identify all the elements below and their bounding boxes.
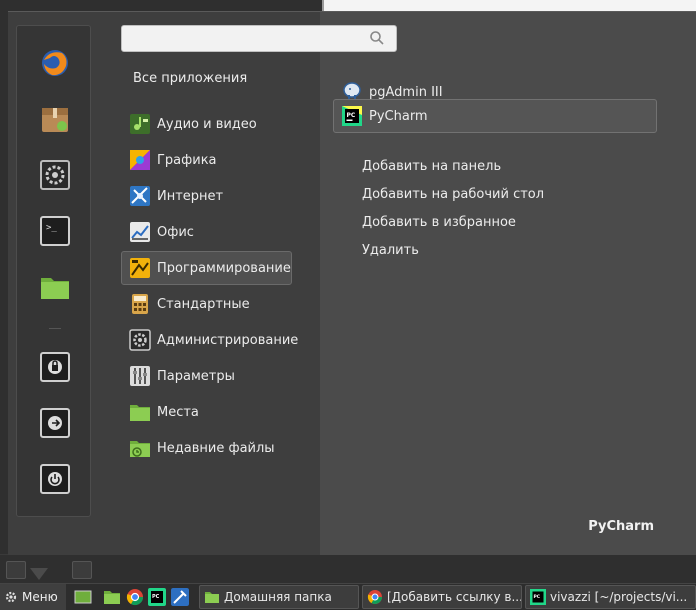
category-preferences[interactable]: Параметры (121, 359, 292, 393)
preferences-icon (130, 366, 150, 386)
pycharm-icon: PC (530, 589, 546, 605)
menu-button[interactable]: Меню (0, 584, 66, 610)
category-label: Места (157, 404, 199, 420)
context-add-to-favorites[interactable]: Добавить в избранное (362, 215, 516, 230)
office-icon (130, 222, 150, 242)
favorites-sidebar: >_ (16, 25, 91, 517)
task-label: [Добавить ссылку в... (387, 590, 522, 604)
chrome-icon[interactable] (126, 588, 144, 606)
menu-button-label: Меню (22, 590, 58, 604)
lock-screen-icon[interactable] (40, 352, 70, 382)
pycharm-icon[interactable]: PC (148, 588, 166, 606)
category-audio-video[interactable]: Аудио и видео (121, 107, 292, 141)
terminal-icon[interactable]: >_ (40, 216, 70, 246)
svg-text:PC: PC (347, 112, 356, 119)
desktop-edge (0, 14, 8, 554)
gear-icon (5, 591, 17, 603)
firefox-icon[interactable] (40, 48, 70, 78)
category-label: Интернет (157, 188, 224, 204)
task-label: Домашняя папка (224, 590, 332, 604)
chrome-icon (367, 590, 382, 604)
search-icon (370, 31, 384, 45)
category-label: Графика (157, 152, 217, 168)
category-graphics[interactable]: Графика (121, 143, 292, 177)
graphics-icon (130, 150, 150, 170)
category-label: Офис (157, 224, 194, 240)
category-label: Параметры (157, 368, 235, 384)
svg-text:PC: PC (534, 594, 541, 600)
folder-icon (205, 592, 219, 603)
context-add-to-panel[interactable]: Добавить на панель (362, 159, 501, 174)
accessories-icon (132, 294, 148, 314)
recent-files-icon (130, 441, 150, 457)
search-input[interactable] (121, 25, 397, 52)
menu-pointer-arrow (30, 568, 48, 580)
selected-app-name: PyCharm (588, 519, 654, 534)
category-label: Недавние файлы (157, 440, 275, 456)
task-home-folder[interactable]: Домашняя папка (199, 585, 359, 609)
show-desktop-button[interactable] (6, 561, 26, 579)
pycharm-icon: PC (342, 106, 362, 126)
app-pycharm[interactable]: PC PyCharm (333, 99, 657, 133)
editor-icon[interactable] (171, 588, 189, 606)
category-recent-files[interactable]: Недавние файлы (121, 431, 292, 465)
package-manager-icon[interactable] (40, 104, 70, 134)
category-places[interactable]: Места (121, 395, 292, 429)
category-label: Стандартные (157, 296, 250, 312)
category-label: Аудио и видео (157, 116, 257, 132)
category-programming[interactable]: Программирование (121, 251, 292, 285)
shutdown-icon[interactable] (40, 464, 70, 494)
context-add-to-desktop[interactable]: Добавить на рабочий стол (362, 187, 544, 202)
category-accessories[interactable]: Стандартные (121, 287, 292, 321)
favorites-separator (49, 328, 61, 329)
logout-icon[interactable] (40, 408, 70, 438)
workspace-button[interactable] (72, 561, 92, 579)
folder-icon[interactable] (103, 588, 121, 606)
settings-icon[interactable] (40, 160, 70, 190)
programming-icon (130, 258, 150, 278)
svg-text:PC: PC (152, 594, 160, 600)
category-label: Программирование (157, 260, 291, 276)
category-label: Администрирование (157, 332, 299, 348)
internet-icon (130, 186, 150, 206)
category-internet[interactable]: Интернет (121, 179, 292, 213)
task-pycharm[interactable]: PC vivazzi [~/projects/vi... (525, 585, 696, 609)
task-label: vivazzi [~/projects/vi... (550, 590, 688, 604)
folder-icon[interactable] (40, 272, 70, 302)
panel-background (0, 555, 696, 583)
task-chrome[interactable]: [Добавить ссылку в... (362, 585, 522, 609)
app-label: PyCharm (369, 108, 428, 124)
category-office[interactable]: Офис (121, 215, 292, 249)
category-administration[interactable]: Администрирование (121, 323, 298, 357)
svg-text:>_: >_ (46, 223, 57, 233)
audio-video-icon (130, 114, 150, 134)
administration-icon (129, 329, 151, 351)
show-desktop-icon[interactable] (74, 588, 92, 606)
places-folder-icon (130, 405, 150, 421)
app-label: pgAdmin III (369, 84, 443, 100)
category-all-applications[interactable]: Все приложения (133, 71, 247, 86)
context-remove[interactable]: Удалить (362, 243, 419, 258)
